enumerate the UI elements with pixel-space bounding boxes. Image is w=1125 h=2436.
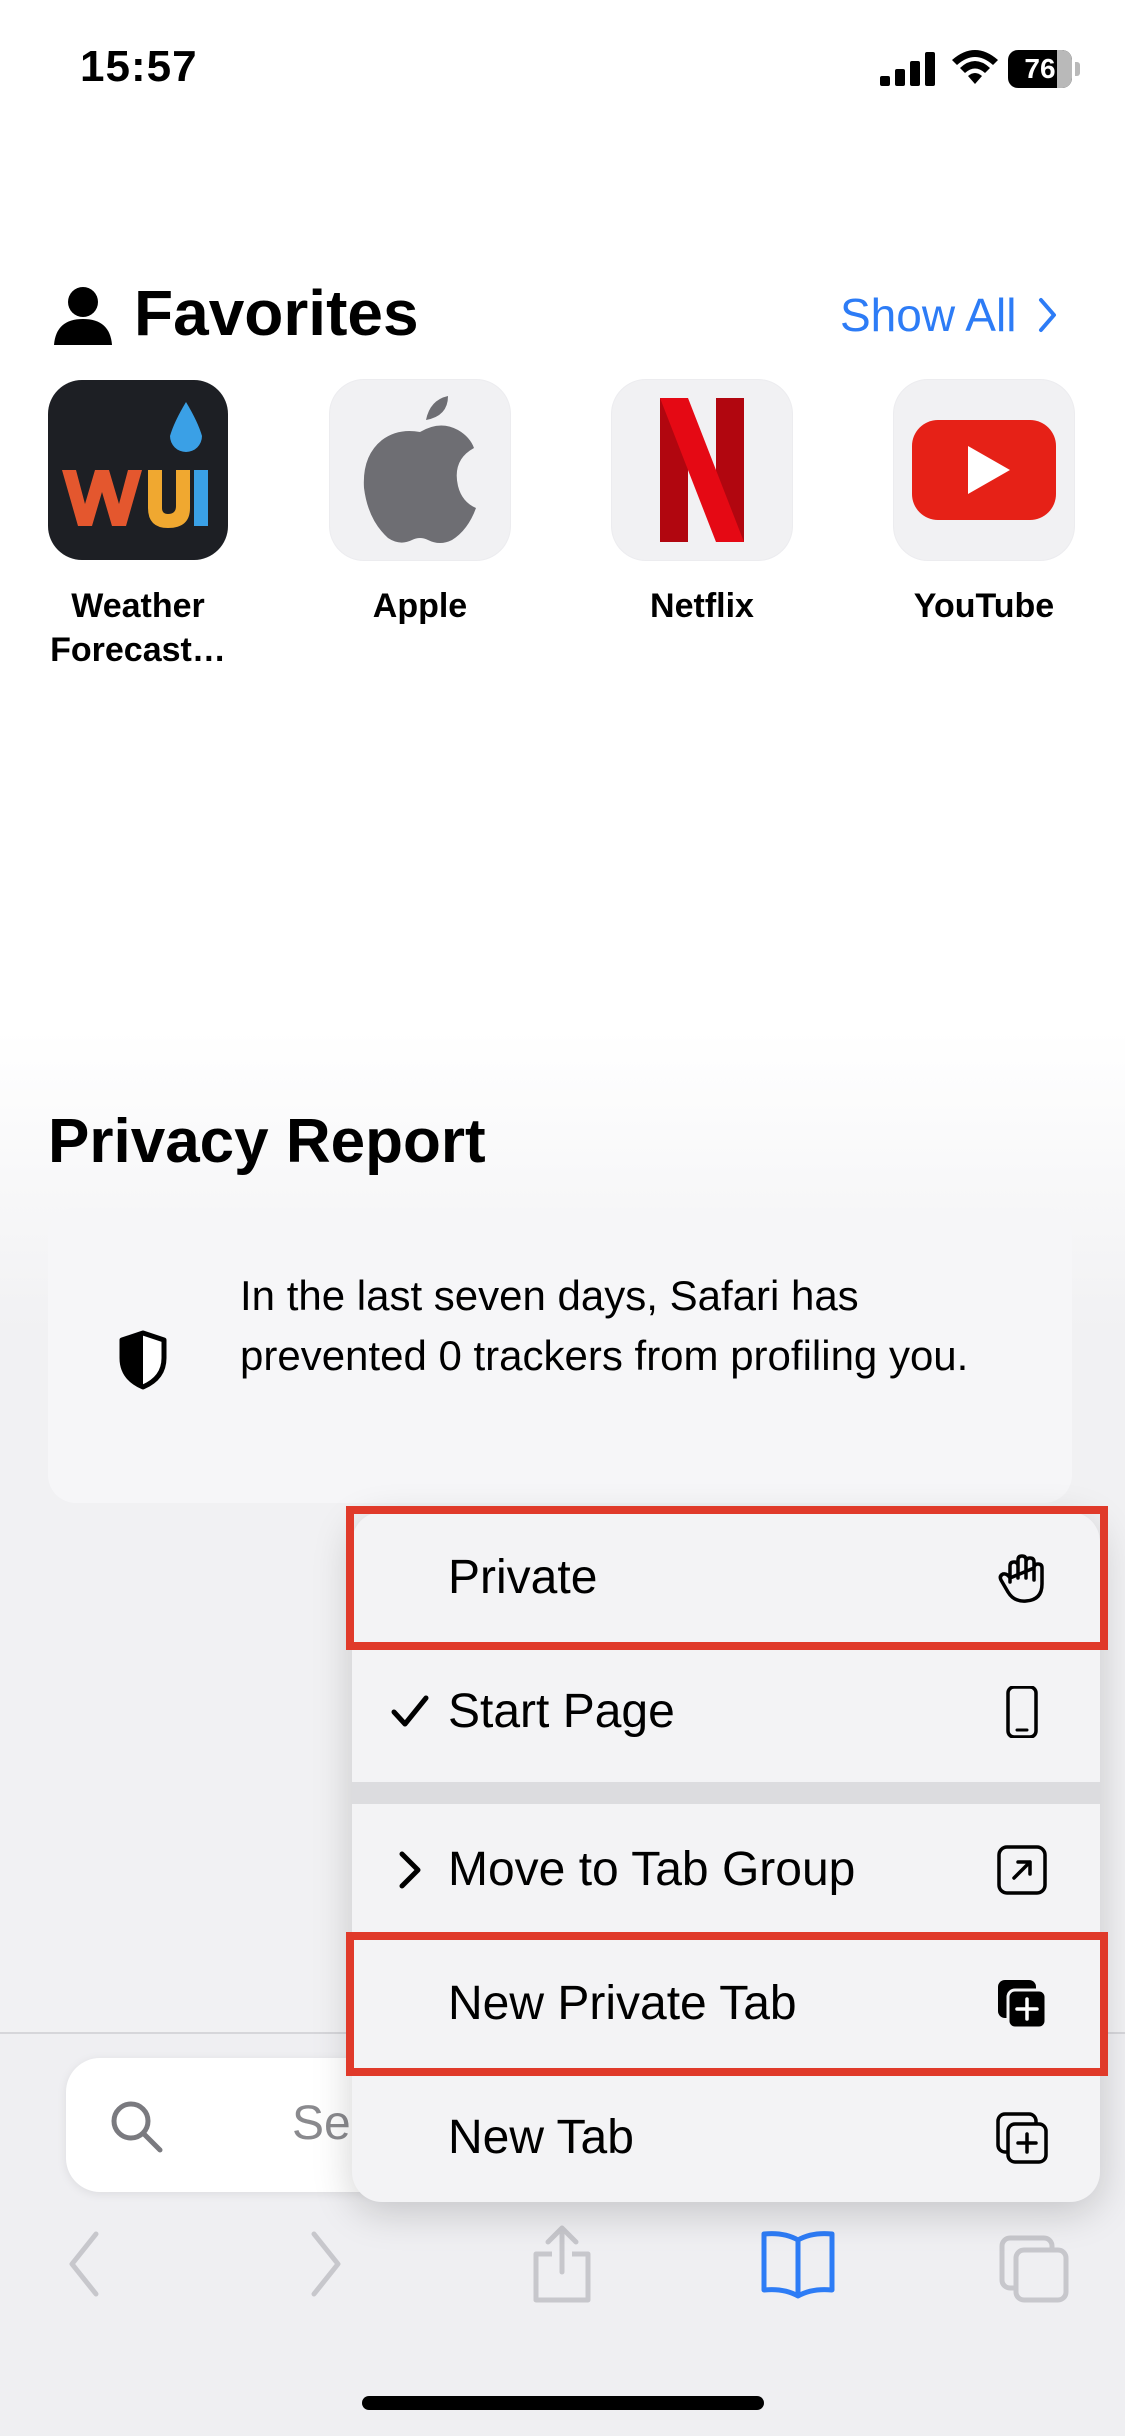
favorite-netflix-label: Netflix: [650, 587, 754, 625]
favorite-youtube-label: YouTube: [913, 587, 1055, 625]
highlight-private: [346, 1506, 1108, 1650]
arrow-up-right-square-icon: [997, 1845, 1047, 1895]
favorite-apple-tile[interactable]: [330, 380, 510, 560]
privacy-report-text: In the last seven days, Safari has preve…: [240, 1272, 969, 1379]
iphone-icon: [1006, 1686, 1038, 1738]
chevron-right-icon: [1039, 298, 1057, 332]
shield-icon: [119, 1330, 167, 1390]
netflix-logo-icon: [660, 398, 744, 542]
weather-underground-icon: [62, 402, 208, 528]
show-all-label: Show All: [840, 289, 1017, 341]
menu-item-start-page-label: Start Page: [448, 1685, 675, 1738]
search-icon: [111, 2101, 163, 2153]
highlight-new-private-tab: [346, 1932, 1108, 2076]
checkmark-icon: [391, 1695, 429, 1727]
favorite-weather-label: Weather Forecast…: [50, 587, 226, 669]
back-button[interactable]: [64, 2224, 104, 2304]
favorites-title: Favorites: [134, 277, 419, 349]
status-time: 15:57: [80, 42, 198, 91]
battery-indicator: 76: [1008, 50, 1080, 88]
plus-square-on-square-icon: [996, 2112, 1048, 2164]
menu-section-gap: [352, 1782, 1100, 1804]
menu-item-move-to-tab-group[interactable]: Move to Tab Group: [352, 1804, 1100, 1936]
tabs-button[interactable]: [996, 2224, 1072, 2304]
favorite-netflix-tile[interactable]: [612, 380, 792, 560]
apple-logo-icon: [363, 396, 476, 543]
wifi-icon: [952, 50, 998, 84]
cellular-signal-icon: [880, 52, 935, 86]
share-button[interactable]: [530, 2224, 594, 2304]
privacy-report-title: Privacy Report: [48, 1107, 486, 1176]
menu-item-new-tab[interactable]: New Tab: [352, 2072, 1100, 2202]
menu-item-start-page[interactable]: Start Page: [352, 1646, 1100, 1778]
bookmarks-button[interactable]: [758, 2224, 838, 2304]
favorite-youtube-tile[interactable]: [894, 380, 1074, 560]
home-indicator: [362, 2396, 764, 2410]
search-placeholder[interactable]: Se: [292, 2096, 351, 2151]
favorite-weather-tile[interactable]: [48, 380, 228, 560]
youtube-logo-icon: [912, 420, 1056, 520]
menu-item-move-to-tab-group-label: Move to Tab Group: [448, 1843, 856, 1896]
menu-item-new-tab-label: New Tab: [448, 2111, 634, 2164]
battery-percentage: 76: [1024, 53, 1056, 84]
forward-button[interactable]: [306, 2224, 346, 2304]
show-all-link[interactable]: Show All: [840, 288, 1058, 342]
favorite-apple-label: Apple: [372, 587, 468, 625]
person-icon: [54, 287, 112, 345]
chevron-right-icon: [399, 1851, 421, 1889]
